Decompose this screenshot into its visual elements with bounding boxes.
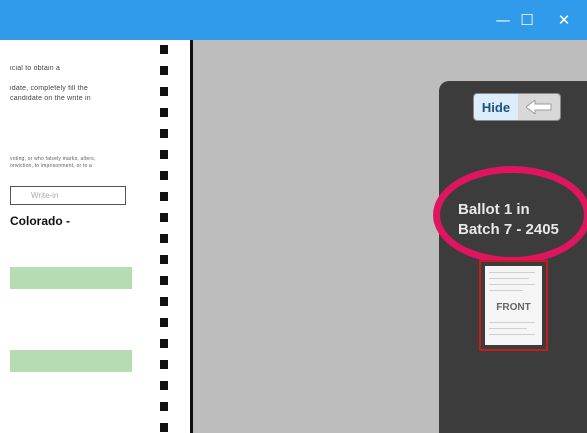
highlighted-row (10, 350, 132, 372)
close-icon: ✕ (557, 11, 571, 29)
timing-mark (160, 66, 168, 75)
thumbnail-line (489, 272, 535, 273)
ballot-text-line: idate, completely fill the (10, 85, 88, 92)
thumbnail-line (489, 334, 535, 335)
thumbnail-line (489, 322, 535, 323)
write-in-box: Write-in (10, 186, 126, 205)
contest-heading: Colorado - (10, 214, 70, 228)
minimize-icon: — (495, 11, 511, 29)
close-button[interactable]: ✕ (549, 0, 579, 40)
timing-mark (160, 234, 168, 243)
timing-mark (160, 45, 168, 54)
timing-mark (160, 339, 168, 348)
thumbnail-page: FRONT (485, 266, 542, 345)
thumbnail-line (489, 278, 529, 279)
ballot-thumbnail-front[interactable]: FRONT (479, 260, 548, 351)
write-in-text: Write-in (31, 191, 59, 200)
timing-mark (160, 108, 168, 117)
timing-mark (160, 171, 168, 180)
thumbnail-line (489, 328, 527, 329)
hide-control: Hide (473, 93, 561, 121)
arrow-left-icon (526, 100, 552, 114)
batch-label: Batch 7 - 2405 (458, 221, 559, 238)
timing-mark (160, 318, 168, 327)
timing-mark (160, 360, 168, 369)
hide-button[interactable]: Hide (474, 94, 518, 120)
ballot-border-line (190, 40, 193, 433)
timing-mark (160, 213, 168, 222)
timing-mark (160, 423, 168, 432)
timing-mark (160, 276, 168, 285)
timing-mark (160, 402, 168, 411)
ballot-number-label: Ballot 1 in (458, 201, 530, 218)
timing-mark (160, 192, 168, 201)
thumbnail-label: FRONT (496, 302, 531, 313)
highlighted-row (10, 267, 132, 289)
ballot-text-line: onviction, to imprisonment, or to a (10, 163, 93, 169)
ballot-text-line: icial to obtain a (10, 65, 61, 72)
ballot-text-line: voting, or who falsely marks, alters, (10, 156, 96, 162)
timing-mark (160, 297, 168, 306)
collapse-button[interactable] (518, 94, 560, 120)
timing-mark (160, 150, 168, 159)
timing-mark (160, 129, 168, 138)
timing-mark (160, 255, 168, 264)
thumbnail-line (489, 284, 535, 285)
ballot-image: icial to obtain a idate, completely fill… (0, 40, 190, 433)
thumbnail-line (489, 290, 523, 291)
maximize-icon: ☐ (520, 11, 534, 29)
maximize-button[interactable]: ☐ (512, 0, 542, 40)
timing-mark (160, 87, 168, 96)
ballot-text-line: candidate on the write in (10, 95, 91, 102)
timing-mark (160, 381, 168, 390)
title-bar: — ☐ ✕ (0, 0, 587, 40)
